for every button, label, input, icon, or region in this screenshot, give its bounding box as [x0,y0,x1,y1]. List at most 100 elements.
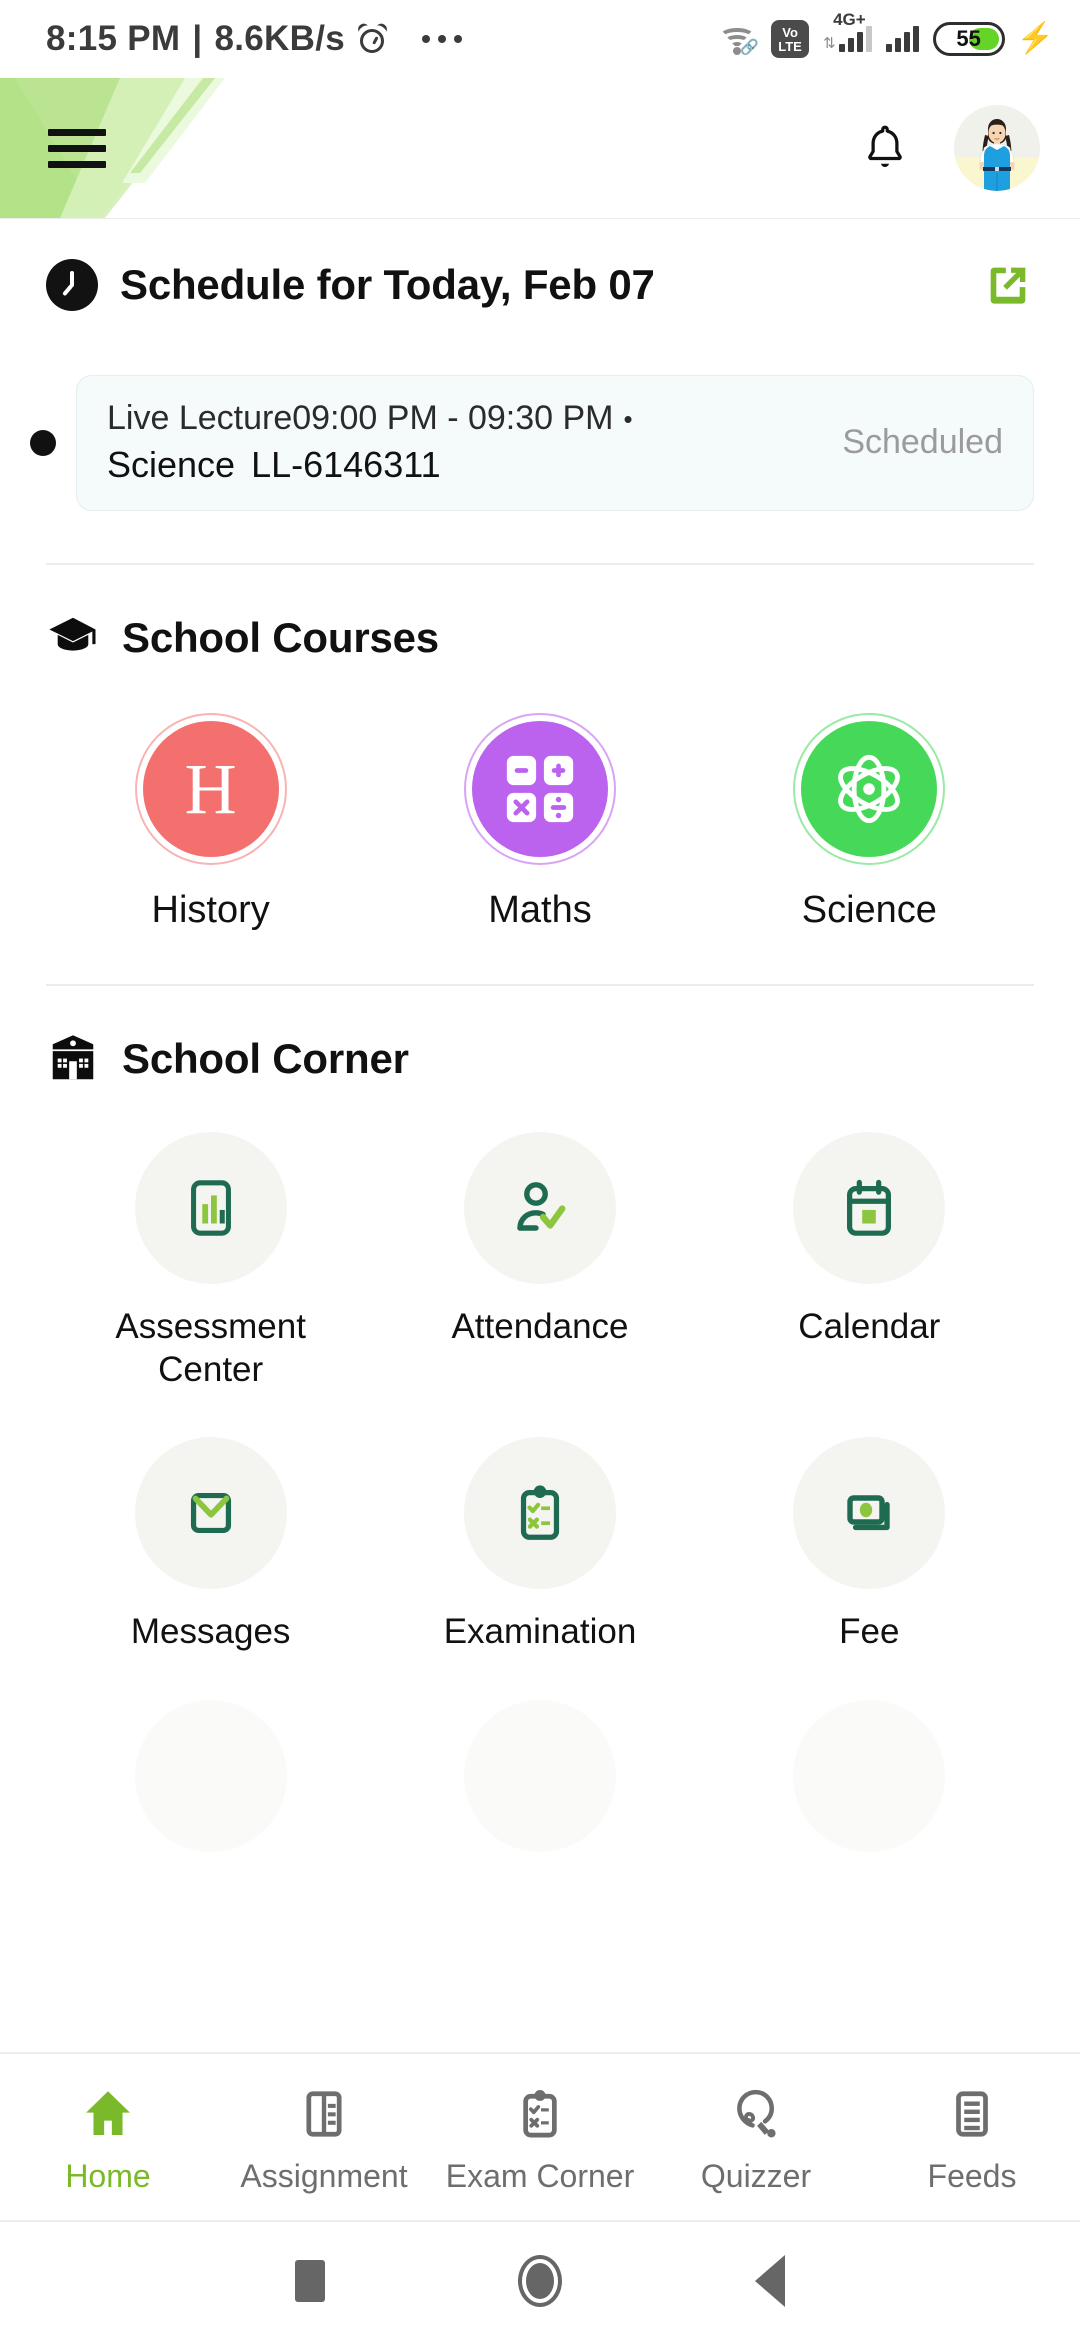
status-bar-left: 8:15 PM | 8.6KB/s [46,19,462,59]
android-home-slot[interactable] [425,2255,655,2307]
volte-icon: Vo LTE [771,20,810,58]
course-item-history[interactable]: H History [46,713,375,932]
android-navigation-bar [0,2222,1080,2340]
status-network-speed: 8.6KB/s [214,19,345,58]
corner-item-extra-1[interactable] [46,1700,375,1853]
home-icon [80,2080,136,2148]
corner-item-extra-2[interactable] [375,1700,704,1853]
schedule-dot-separator: • [623,404,633,435]
course-item-science[interactable]: Science [705,713,1034,932]
schedule-header: Schedule for Today, Feb 07 [0,259,1080,311]
status-separator: | [192,19,203,58]
schedule-card[interactable]: Live Lecture09:00 PM - 09:30 PM • Science… [76,375,1034,511]
envelope-icon [190,1493,231,1534]
corner-item-extra-3[interactable] [705,1700,1034,1853]
attendance-person-check-icon [517,1182,566,1231]
battery-percent: 55 [956,26,981,51]
bell-icon[interactable] [862,122,908,174]
corner-label-examination: Examination [443,1612,637,1652]
science-circle [801,721,938,857]
bottom-navigation: Home Assignment Exam Corner Quizzer Feed… [0,2052,1080,2222]
home-circle-icon[interactable] [518,2255,562,2307]
school-corner-row-2: Messages Examination Fee [46,1437,1034,1654]
school-corner-header: School Corner [0,1032,1080,1086]
header-actions [862,105,1040,191]
divider-1 [46,563,1034,565]
volte-bottom-label: LTE [778,38,802,54]
avatar[interactable] [954,105,1040,191]
corner-item-fee[interactable]: Fee [705,1437,1034,1654]
external-link-icon[interactable] [982,259,1034,311]
history-letter-icon: H [184,749,237,829]
science-ring [793,713,946,865]
corner-item-calendar[interactable]: Calendar [705,1132,1034,1391]
nav-label-feeds: Feeds [927,2157,1017,2194]
status-bar: 8:15 PM | 8.6KB/s 🔗 Vo LTE 4G+ ⇅ 55 ⚡ [0,0,1080,78]
schedule-title: Schedule for Today, Feb 07 [120,261,655,308]
atom-icon [838,754,901,824]
course-item-maths[interactable]: Maths [375,713,704,932]
history-circle: H [142,721,279,857]
recents-square-icon[interactable] [295,2260,325,2302]
signal-group-primary: 4G+ ⇅ [823,10,872,52]
course-label-history: History [151,889,270,931]
messages-circle [134,1437,287,1590]
network-type-label: 4G+ [833,10,866,29]
nav-label-exam-corner: Exam Corner [445,2157,635,2194]
nav-label-quizzer: Quizzer [700,2157,812,2194]
nav-item-feeds[interactable]: Feeds [864,2080,1080,2195]
hamburger-menu-icon[interactable] [48,128,106,168]
nav-item-home[interactable]: Home [0,2080,216,2195]
android-recents-slot[interactable] [195,2260,425,2302]
status-time: 8:15 PM [46,19,181,58]
course-label-maths: Maths [488,889,592,931]
data-arrows-icon: ⇅ [823,35,836,52]
signal-bars-2-icon [885,26,919,52]
schedule-card-main: Live Lecture09:00 PM - 09:30 PM • Science… [107,399,633,486]
corner-item-attendance[interactable]: Attendance [375,1132,704,1391]
fee-circle [793,1437,946,1590]
corner-label-fee: Fee [839,1612,900,1652]
school-corner-row-1: Assessment Center Attendance Calendar [46,1132,1034,1391]
course-label-science: Science [801,889,937,931]
android-back-slot[interactable] [655,2255,885,2307]
school-courses-header: School Courses [0,611,1080,665]
nav-label-home: Home [65,2157,151,2194]
school-building-icon [52,1035,94,1080]
app-header [0,78,1080,218]
nav-item-assignment[interactable]: Assignment [216,2080,432,2195]
schedule-title-group: Schedule for Today, Feb 07 [46,259,655,311]
assessment-circle [134,1132,287,1284]
alarm-clock-icon [355,21,390,55]
corner-label-attendance: Attendance [451,1307,629,1346]
exam-clipboard-icon [513,2080,567,2148]
schedule-bullet [30,430,56,456]
main-content: Schedule for Today, Feb 07 Live Lecture0… [0,219,1080,2052]
schedule-subject: Science [107,443,236,485]
more-dots-icon [421,35,462,43]
maths-ring [463,713,616,865]
assignment-book-icon [297,2080,351,2148]
schedule-line-2: Science LL-6146311 [107,444,633,486]
corner-item-messages[interactable]: Messages [46,1437,375,1654]
volte-top-label: Vo [782,24,798,40]
status-badge: Scheduled [842,422,1003,461]
corner-item-examination[interactable]: Examination [375,1437,704,1654]
school-courses-grid: H History Maths Science [0,713,1080,932]
schedule-line-1: Live Lecture09:00 PM - 09:30 PM • [107,399,633,438]
calculator-icon [506,755,574,823]
signal-group-secondary [885,26,919,52]
calendar-circle [793,1132,946,1284]
nav-item-quizzer[interactable]: Quizzer [648,2080,864,2195]
extra-circle-1 [134,1700,287,1853]
clipboard-exam-icon [520,1485,560,1541]
corner-item-assessment-center[interactable]: Assessment Center [46,1132,375,1391]
nav-item-exam-corner[interactable]: Exam Corner [432,2080,648,2195]
school-corner-row-3 [46,1700,1034,1853]
corner-label-assessment-center: Assessment Center [115,1307,306,1389]
school-corner-grid: Assessment Center Attendance Calendar Me… [0,1132,1080,1853]
school-courses-title: School Courses [122,614,439,661]
calendar-icon [847,1179,892,1236]
back-triangle-icon[interactable] [755,2255,785,2307]
wifi-icon: 🔗 [717,24,759,56]
